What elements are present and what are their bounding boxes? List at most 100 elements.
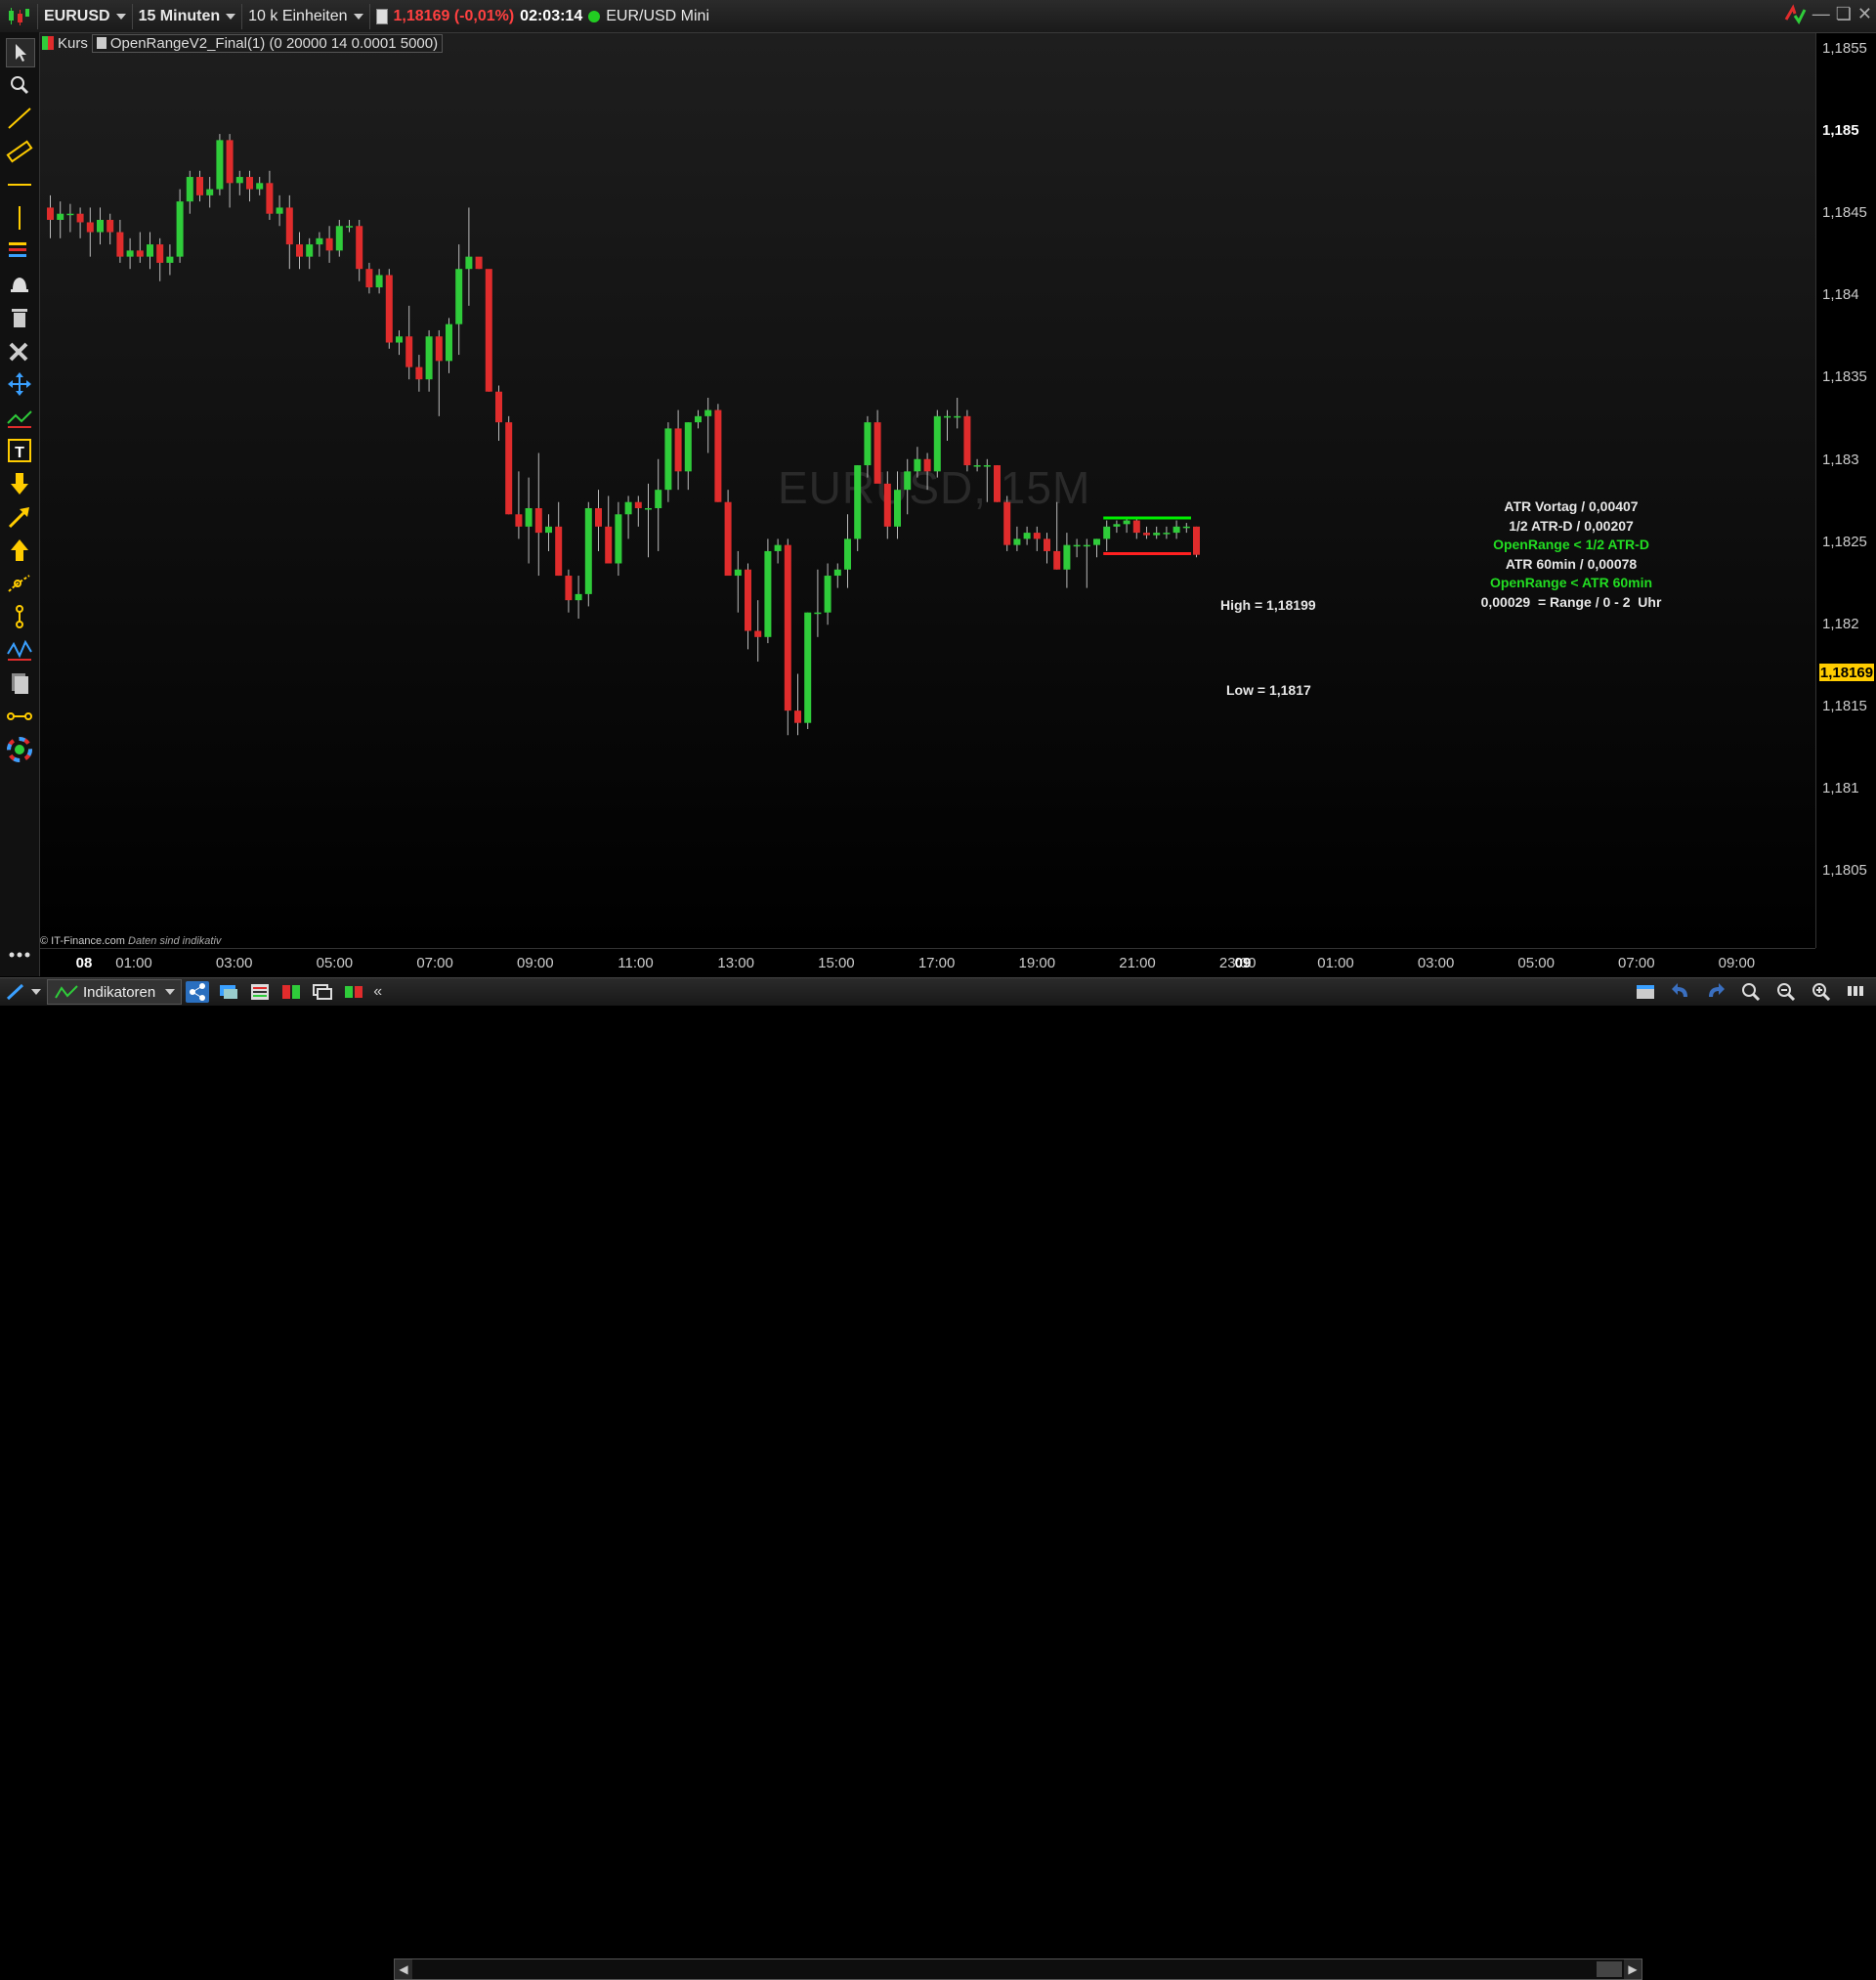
chart-scrollbar[interactable]: ◀ ▶ [394,1958,1642,1980]
price-tick-label: 1,182 [1822,615,1859,632]
list-icon[interactable] [248,981,272,1003]
price-tick-label: 1,1815 [1822,697,1867,714]
zoom-out-icon[interactable] [1774,980,1798,1002]
quote-display: 1,18169 (-0,01%) 02:03:14 EUR/USD Mini [370,4,715,29]
wave-icon[interactable] [6,636,33,664]
candle-body [584,508,592,594]
ruler-icon[interactable] [6,138,33,165]
candle-body [1153,533,1161,536]
calendar-icon[interactable] [1634,980,1657,1002]
scroll-thumb[interactable] [1597,1961,1622,1977]
orders-icon[interactable] [279,981,303,1003]
time-tick-label: 07:00 [416,955,453,971]
time-tick-label: 11:00 [618,955,654,971]
candle-body [605,526,613,564]
more-icon[interactable] [6,941,33,968]
bottom-toolbar: Indikatoren « ◀ ▶ [0,977,1876,1980]
arrow-up-icon[interactable] [6,537,33,564]
trendline-icon[interactable] [6,105,33,132]
credit-note: Daten sind indikativ [128,935,222,947]
indicator-legend[interactable]: OpenRangeV2_Final(1) (0 20000 14 0.0001 … [91,33,444,53]
candle-body [894,490,901,527]
symbol-selector[interactable]: EURUSD [38,3,133,29]
candle-body [525,508,533,527]
candle-body [176,201,184,257]
chart-area[interactable]: EURUSD, 15M [40,33,1836,948]
time-tick-label: 19:00 [1018,955,1056,971]
tools-icon[interactable] [6,337,33,365]
price-axis[interactable]: 1,1855 1,185 1,1845 1,184 1,1835 1,183 1,1825 1… [1815,33,1876,948]
minimize-icon[interactable]: — [1812,4,1830,25]
restore-icon[interactable]: ❏ [1836,4,1852,25]
candle-body [565,576,573,601]
scroll-left-icon[interactable]: ◀ [395,1959,412,1979]
channel-icon[interactable] [6,404,33,431]
vertical-line-icon[interactable] [6,204,33,232]
candle-body [97,219,104,233]
units-selector[interactable]: 10 k Einheiten [242,3,370,29]
pitchfork-icon[interactable] [6,603,33,630]
candle-body [495,391,502,423]
share-icon[interactable] [186,981,210,1003]
arrow-down-icon[interactable] [6,470,33,497]
trash-icon[interactable] [6,304,33,331]
candle-body [1003,501,1011,545]
zoom-in-icon[interactable] [1810,980,1833,1002]
candle-body [296,244,303,257]
windows-icon[interactable] [311,981,334,1003]
move-icon[interactable] [6,370,33,398]
candle-body [136,250,144,257]
zoom-icon[interactable] [6,71,33,99]
indicators-button[interactable]: Indikatoren [47,979,183,1005]
candle-body [47,207,54,220]
candle-body [655,490,662,508]
candle-body [734,569,742,577]
pen-icon[interactable] [4,981,27,1003]
clock-time: 02:03:14 [520,7,583,24]
candle-body [306,244,314,257]
candle-body [664,428,672,491]
horizontal-line-icon[interactable] [6,171,33,198]
candle-body [316,237,323,245]
double-chevron-left-icon[interactable]: « [373,983,382,1001]
alarm-icon[interactable] [6,271,33,298]
trade-icon[interactable] [342,981,365,1003]
candle-body [285,207,293,245]
measure-icon[interactable] [6,703,33,730]
undo-icon[interactable] [1669,980,1692,1002]
symbol-label: EURUSD [44,7,110,24]
units-label: 10 k Einheiten [248,7,348,24]
candle-body [615,514,622,564]
arrow-diagonal-icon[interactable] [6,503,33,531]
chat-icon[interactable] [217,981,240,1003]
timeframe-selector[interactable]: 15 Minuten [133,3,243,29]
cursor-icon[interactable] [6,38,35,67]
time-tick-label: 09:00 [1718,955,1756,971]
chevron-down-icon[interactable] [31,989,41,995]
density-icon[interactable] [1845,980,1868,1002]
candle-body [745,569,751,631]
redo-icon[interactable] [1704,980,1727,1002]
candle-body [804,612,812,723]
candle-body [485,269,492,392]
candle-body [1053,550,1061,570]
fibonacci-icon[interactable] [6,237,33,265]
candle-body [1132,520,1140,534]
candle-body [246,177,253,190]
zoom-fit-icon[interactable] [1739,980,1763,1002]
color-wheel-icon[interactable] [6,736,33,763]
time-tick-label: 07:00 [1618,955,1655,971]
time-axis[interactable]: 08 01:00 03:00 05:00 07:00 09:00 11:00 13:00 15:… [40,948,1815,978]
close-icon[interactable]: ✕ [1857,4,1872,25]
scroll-right-icon[interactable]: ▶ [1624,1959,1642,1979]
candle-body [1093,538,1100,545]
text-icon[interactable]: T [6,437,33,464]
info-icon[interactable] [375,8,388,24]
link-arrows-icon[interactable] [1783,4,1807,25]
chart-type-icon[interactable] [0,3,38,29]
price-tick-label: 1,185 [1822,122,1859,140]
template-icon[interactable] [6,669,33,697]
range-text: 0,00029 = Range / 0 - 2 Uhr [1480,594,1662,610]
price-legend-label[interactable]: Kurs [58,35,88,52]
polyline-icon[interactable] [6,570,33,597]
